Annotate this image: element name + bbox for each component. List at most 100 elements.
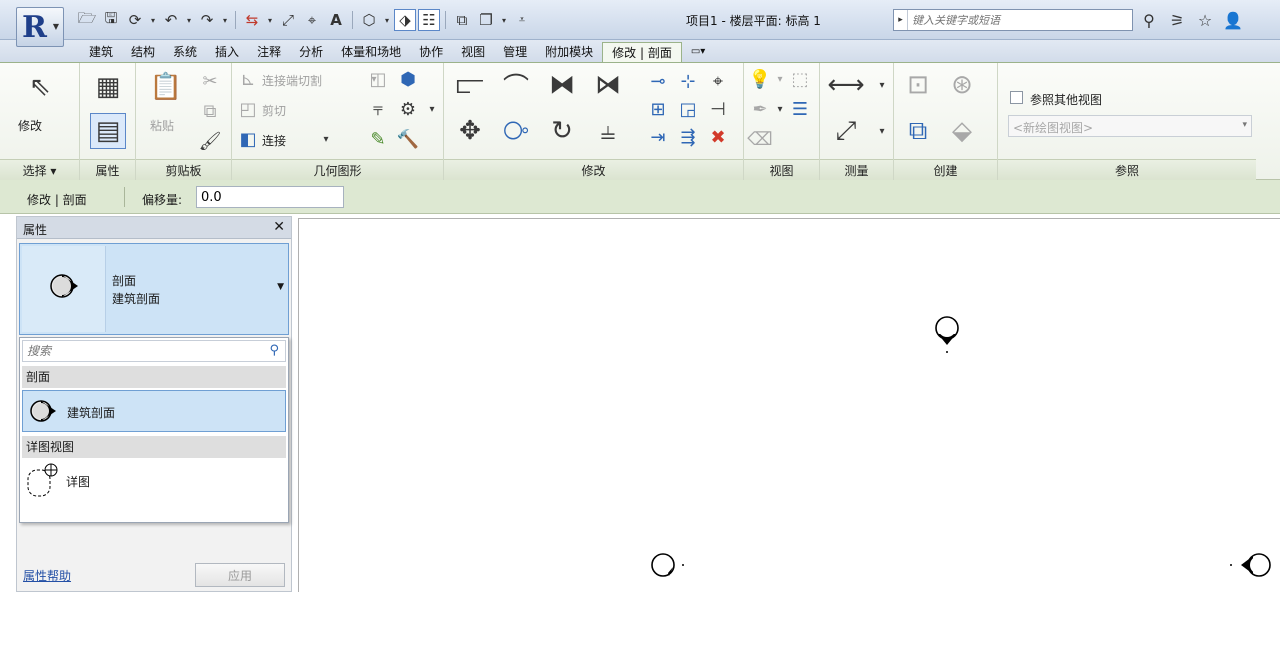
create-group-icon[interactable]: ⧉ (900, 113, 936, 149)
offset-icon[interactable]: ⌒ (498, 67, 534, 103)
chevron-down-icon[interactable]: ▾ (148, 9, 158, 31)
chevron-down-icon[interactable]: ▾ (870, 73, 894, 97)
section-marker-bottom[interactable] (649, 551, 689, 581)
trim-extend-icon[interactable]: ⫨ (590, 113, 626, 149)
cope-icon[interactable]: ⊾ (236, 67, 260, 91)
open-folder-icon[interactable]: 🗁 (76, 9, 98, 31)
chevron-down-icon[interactable]: ▾ (420, 97, 444, 121)
measure-icon[interactable]: ⇆ (241, 9, 263, 31)
rotate-icon[interactable]: ↻ (544, 113, 580, 149)
paste-icon[interactable]: 📋 (148, 69, 184, 105)
create-parts-icon[interactable]: ⊛ (944, 67, 980, 103)
chevron-down-icon[interactable]: ▾ (220, 9, 230, 31)
apply-button[interactable]: 应用 (195, 563, 285, 587)
cut-geometry-icon[interactable]: ◰ (236, 97, 260, 121)
chevron-down-icon[interactable]: ▾ (314, 127, 338, 151)
copy-element-icon[interactable]: ⧂ (498, 113, 534, 149)
tab-structure[interactable]: 结构 (122, 42, 164, 62)
eraser-icon[interactable]: ⌫ (747, 127, 772, 151)
star-icon[interactable]: ☆ (1194, 9, 1216, 31)
tab-collaborate[interactable]: 协作 (410, 42, 452, 62)
paint-icon[interactable]: ⬢ (396, 67, 420, 91)
delete-icon[interactable]: ✖ (706, 125, 730, 149)
tab-analyze[interactable]: 分析 (290, 42, 332, 62)
close-icon[interactable]: ✕ (273, 219, 285, 235)
list-item-building-section[interactable]: 建筑剖面 (22, 390, 286, 432)
close-hidden-windows-icon[interactable]: ⧉ (451, 9, 473, 31)
chevron-down-icon[interactable]: ▾ (870, 119, 894, 143)
list-item-detail[interactable]: 详图 (22, 460, 286, 502)
reference-other-view-checkbox[interactable] (1010, 91, 1023, 104)
tab-architecture[interactable]: 建筑 (80, 42, 122, 62)
pin-icon[interactable]: ⊣ (706, 97, 730, 121)
demolish-icon[interactable]: ⚙ (396, 97, 420, 121)
tag-icon[interactable]: ⌖ (301, 9, 323, 31)
chevron-down-icon[interactable]: ▾ (184, 9, 194, 31)
section-marker-top[interactable] (931, 311, 963, 355)
unpin-icon[interactable]: ⌖ (706, 69, 730, 93)
type-search-input[interactable] (23, 341, 263, 361)
modify-button-label[interactable]: 修改 (18, 117, 42, 134)
search-icon[interactable]: ⚲ (269, 343, 279, 358)
cut-icon[interactable]: ✂ (198, 69, 222, 93)
user-icon[interactable]: 👤 (1222, 9, 1244, 31)
subscription-icon[interactable]: ⚞ (1166, 9, 1188, 31)
array-icon[interactable]: ⊞ (646, 97, 670, 121)
tab-systems[interactable]: 系统 (164, 42, 206, 62)
create-similar-icon[interactable]: ⬙ (944, 113, 980, 149)
scale-icon[interactable]: ◲ (676, 97, 700, 121)
tab-view[interactable]: 视图 (452, 42, 494, 62)
drawing-canvas[interactable] (298, 218, 1280, 592)
mirror-draw-icon[interactable]: ⧒ (590, 67, 626, 103)
tab-manage[interactable]: 管理 (494, 42, 536, 62)
move-icon[interactable]: ✥ (452, 113, 488, 149)
new-drafting-view-select[interactable]: <新绘图视图> ▾ (1008, 115, 1252, 137)
customize-qat-icon[interactable]: ⩡ (511, 9, 533, 31)
linework-icon[interactable]: ⬚ (788, 67, 812, 91)
panel-label-select[interactable]: 选择 ▾ (0, 159, 79, 181)
type-properties-icon[interactable]: ▦ (90, 69, 126, 105)
properties-palette-icon[interactable]: ▤ (90, 113, 126, 149)
tab-annotate[interactable]: 注释 (248, 42, 290, 62)
binoculars-icon[interactable]: ⚲ (1138, 9, 1160, 31)
tab-add-ins[interactable]: 附加模块 (536, 42, 602, 62)
chevron-down-icon[interactable]: ▼ (277, 282, 284, 292)
tab-modify-section[interactable]: 修改 | 剖面 (602, 42, 682, 62)
type-selector[interactable]: 剖面 建筑剖面 ▼ (19, 243, 289, 335)
aligned-dimension-icon[interactable]: ⤢ (277, 9, 299, 31)
text-icon[interactable]: A (325, 9, 347, 31)
join-geometry-icon[interactable]: ◧ (236, 127, 260, 151)
aligned-dimension-icon[interactable]: ⤢ (828, 113, 864, 149)
copy-icon[interactable]: ⧉ (198, 99, 222, 123)
cut-label[interactable]: 剪切 (262, 102, 286, 119)
wall-joins-icon[interactable]: ⫧ (366, 97, 390, 121)
edit-profile-icon[interactable]: ✎ (366, 127, 390, 151)
trim-single-icon[interactable]: ⇥ (646, 125, 670, 149)
split-gap-icon[interactable]: ⊹ (676, 69, 700, 93)
offset-input[interactable] (196, 186, 344, 208)
split-element-icon[interactable]: ⊸ (646, 69, 670, 93)
chevron-down-icon[interactable]: ▾ (382, 9, 392, 31)
line-weight-icon[interactable]: ☰ (788, 97, 812, 121)
trim-multiple-icon[interactable]: ⇶ (676, 125, 700, 149)
sync-icon[interactable]: ⟳ (124, 9, 146, 31)
section-icon[interactable]: ⬗ (394, 9, 416, 31)
search-input[interactable] (908, 10, 1118, 30)
hammer-icon[interactable]: 🔨 (396, 127, 420, 151)
match-properties-icon[interactable]: 🖌 (198, 129, 222, 153)
ribbon-minimize-icon[interactable]: ▭▾ (682, 42, 714, 62)
tab-insert[interactable]: 插入 (206, 42, 248, 62)
application-menu-button[interactable]: R ▼ (16, 7, 64, 47)
cut-geometry-label[interactable]: 连接端切割 (262, 72, 322, 89)
save-icon[interactable]: 🖫 (100, 9, 122, 31)
create-assembly-icon[interactable]: ⊡ (900, 67, 936, 103)
thin-lines-icon[interactable]: ☷ (418, 9, 440, 31)
tab-massing-site[interactable]: 体量和场地 (332, 42, 410, 62)
cursor-arrow-icon[interactable]: ⇖ (22, 69, 58, 105)
chevron-down-icon[interactable]: ▾ (499, 9, 509, 31)
switch-windows-icon[interactable]: ❐ (475, 9, 497, 31)
measure-between-icon[interactable]: ⟷ (827, 67, 864, 103)
mirror-axis-icon[interactable]: ⧓ (544, 67, 580, 103)
properties-help-link[interactable]: 属性帮助 (23, 567, 71, 584)
chevron-down-icon[interactable]: ▾ (265, 9, 275, 31)
